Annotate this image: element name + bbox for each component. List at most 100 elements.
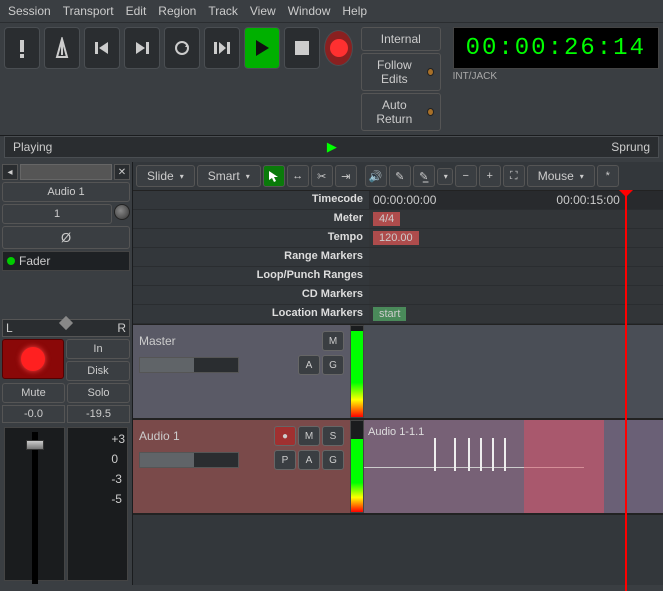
zoom-in-button[interactable]: +: [479, 165, 501, 187]
transport-bar: Internal Follow Edits Auto Return 00:00:…: [0, 23, 663, 136]
location-marker-start[interactable]: start: [373, 307, 406, 321]
edit-mode-selector[interactable]: Slide: [136, 165, 195, 187]
fader-slider[interactable]: [4, 427, 65, 581]
stretch-tool[interactable]: ⇥: [335, 165, 357, 187]
mute-button[interactable]: Mute: [2, 383, 65, 403]
audio1-automation-button[interactable]: A: [298, 450, 320, 470]
ruler-label-range[interactable]: Range Markers: [133, 248, 369, 267]
record-button[interactable]: [324, 30, 353, 66]
meter-ruler[interactable]: 4/4: [369, 210, 663, 229]
cut-tool[interactable]: ✂: [311, 165, 333, 187]
prev-track-button[interactable]: ◂: [2, 164, 18, 180]
midi-panic-button[interactable]: [4, 27, 40, 69]
playhead[interactable]: [625, 191, 627, 591]
cd-ruler[interactable]: [369, 286, 663, 305]
audio1-group-button[interactable]: G: [322, 450, 344, 470]
mouse-mode-selector[interactable]: Smart: [197, 165, 261, 187]
zoom-out-button[interactable]: −: [455, 165, 477, 187]
strip-record-button[interactable]: [2, 339, 64, 379]
auto-return-led: [427, 108, 434, 116]
auto-return-button[interactable]: Auto Return: [361, 93, 441, 131]
location-ruler[interactable]: start: [369, 305, 663, 324]
stop-button[interactable]: [284, 27, 320, 69]
mixer-strip: ◂ ✕ Audio 1 1 Ø Fader LR In Disk Mute So…: [0, 162, 133, 585]
timecode-display[interactable]: 00:00:26:14: [453, 27, 659, 69]
range-ruler[interactable]: [369, 248, 663, 267]
audio-region-selection[interactable]: [524, 420, 604, 513]
menu-view[interactable]: View: [250, 4, 276, 18]
metronome-button[interactable]: [44, 27, 80, 69]
menu-help[interactable]: Help: [342, 4, 367, 18]
sync-internal-button[interactable]: Internal: [361, 27, 441, 51]
monitor-in-button[interactable]: In: [66, 339, 130, 359]
object-tool[interactable]: [263, 165, 285, 187]
menu-session[interactable]: Session: [8, 4, 51, 18]
goto-end-button[interactable]: [124, 27, 160, 69]
audio1-playlist-button[interactable]: P: [274, 450, 296, 470]
meter-marker[interactable]: 4/4: [373, 212, 400, 226]
play-range-button[interactable]: [204, 27, 240, 69]
audio1-rec-button[interactable]: ●: [274, 426, 296, 446]
timecode-source-label: INT/JACK: [453, 71, 659, 82]
menu-track[interactable]: Track: [208, 4, 238, 18]
pan-slider[interactable]: LR: [2, 319, 130, 337]
menu-bar: Session Transport Edit Region Track View…: [0, 0, 663, 23]
edit-tool[interactable]: ✎̲: [413, 165, 435, 187]
goto-start-button[interactable]: [84, 27, 120, 69]
master-fader[interactable]: [139, 357, 239, 373]
ruler-label-tempo[interactable]: Tempo: [133, 229, 369, 248]
audio1-canvas[interactable]: Audio 1-1.1: [364, 420, 663, 513]
ruler-area: Timecode Meter Tempo Range Markers Loop/…: [133, 191, 663, 325]
input-trim-knob[interactable]: [114, 204, 130, 220]
editor-toolbar: Slide Smart ↔ ✂ ⇥ 🔊 ✎ ✎̲ − + ⛶ Mouse *: [133, 162, 663, 191]
track-header-audio1[interactable]: Audio 1 ● M S P A G: [133, 420, 350, 513]
audio1-solo-button[interactable]: S: [322, 426, 344, 446]
nudge-selector[interactable]: *: [597, 165, 619, 187]
peak-display[interactable]: -19.5: [67, 405, 130, 423]
phase-button[interactable]: Ø: [2, 226, 130, 249]
track-header-master[interactable]: Master M A G: [133, 325, 350, 418]
master-group-button[interactable]: G: [322, 355, 344, 375]
zoom-focus-selector[interactable]: [437, 168, 453, 185]
audio1-fader[interactable]: [139, 452, 239, 468]
menu-transport[interactable]: Transport: [63, 4, 114, 18]
track-color-bar[interactable]: [20, 164, 112, 180]
draw-tool[interactable]: ✎: [389, 165, 411, 187]
track-audio1: Audio 1 ● M S P A G: [133, 420, 663, 515]
master-mute-button[interactable]: M: [322, 331, 344, 351]
solo-button[interactable]: Solo: [67, 383, 130, 403]
audio1-mute-button[interactable]: M: [298, 426, 320, 446]
ruler-label-loop[interactable]: Loop/Punch Ranges: [133, 267, 369, 286]
tracks-area: Master M A G A: [133, 325, 663, 585]
master-meter: [350, 325, 364, 418]
follow-edits-button[interactable]: Follow Edits: [361, 53, 441, 91]
monitor-disk-button[interactable]: Disk: [66, 361, 130, 381]
close-strip-button[interactable]: ✕: [114, 164, 130, 180]
range-tool[interactable]: ↔: [287, 165, 309, 187]
master-name-label: Master: [139, 334, 176, 348]
zoom-fit-button[interactable]: ⛶: [503, 165, 525, 187]
record-circle-icon: [21, 347, 45, 371]
play-button[interactable]: [244, 27, 280, 69]
master-automation-button[interactable]: A: [298, 355, 320, 375]
gain-display[interactable]: -0.0: [2, 405, 65, 423]
menu-edit[interactable]: Edit: [126, 4, 147, 18]
ruler-label-meter[interactable]: Meter: [133, 210, 369, 229]
tempo-marker[interactable]: 120.00: [373, 231, 419, 245]
ruler-label-timecode[interactable]: Timecode: [133, 191, 369, 210]
menu-window[interactable]: Window: [288, 4, 331, 18]
ruler-label-cd[interactable]: CD Markers: [133, 286, 369, 305]
loop-button[interactable]: [164, 27, 200, 69]
audition-tool[interactable]: 🔊: [365, 165, 387, 187]
master-canvas[interactable]: [364, 325, 663, 418]
input-selector[interactable]: 1: [2, 204, 112, 224]
follow-edits-led: [427, 68, 434, 76]
track-name-button[interactable]: Audio 1: [2, 182, 130, 202]
snap-selector[interactable]: Mouse: [527, 165, 595, 187]
menu-region[interactable]: Region: [158, 4, 196, 18]
tempo-ruler[interactable]: 120.00: [369, 229, 663, 248]
loop-ruler[interactable]: [369, 267, 663, 286]
processor-box[interactable]: Fader: [2, 251, 130, 271]
editor-area: Slide Smart ↔ ✂ ⇥ 🔊 ✎ ✎̲ − + ⛶ Mouse * T…: [133, 162, 663, 585]
ruler-label-location[interactable]: Location Markers: [133, 305, 369, 324]
